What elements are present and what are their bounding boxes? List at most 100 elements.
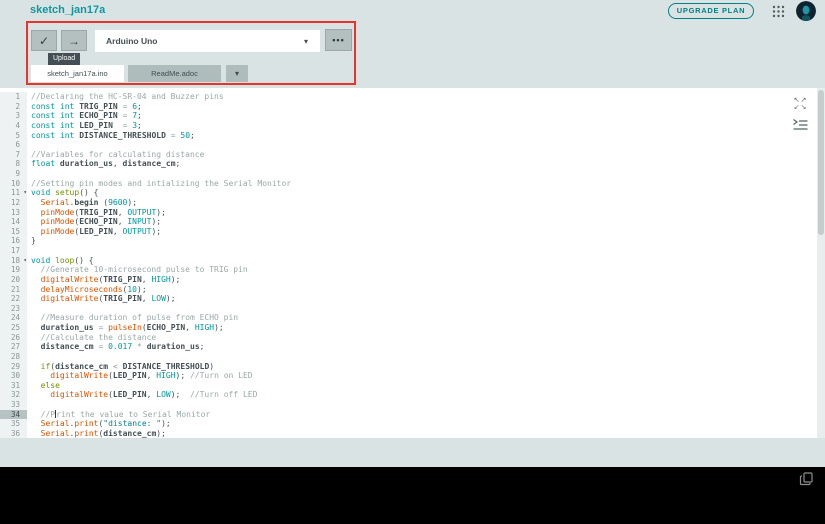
line-number[interactable]: 27 [0, 342, 27, 352]
line-number[interactable]: 18 ▾ [0, 255, 27, 266]
upload-button[interactable]: → [61, 30, 87, 51]
code-line[interactable]: 19 //Generate 10-microsecond pulse to TR… [0, 265, 817, 275]
line-number[interactable]: 34 [0, 409, 27, 420]
line-number[interactable]: 17 [0, 246, 27, 256]
line-number[interactable]: 6 [0, 140, 27, 150]
code-line[interactable]: 13 pinMode(TRIG_PIN, OUTPUT); [0, 207, 817, 218]
line-number[interactable]: 2 [0, 101, 27, 112]
code-line-content: delayMicroseconds(10); [40, 284, 147, 294]
code-line-content: //Variables for calculating distance [31, 149, 205, 159]
code-line[interactable]: 31 else [0, 380, 817, 391]
fullscreen-icon[interactable]: ↖↗ ↙↘ [792, 97, 809, 112]
code-line[interactable]: 8 float duration_us, distance_cm; [0, 159, 817, 169]
code-line[interactable]: 30 digitalWrite(LED_PIN, HIGH); //Turn o… [0, 371, 817, 381]
code-editor[interactable]: 1 //Declaring the HC-SR-04 and Buzzer pin… [0, 88, 817, 438]
code-line[interactable]: 24 //Measure duration of pulse from ECHO… [0, 313, 817, 323]
line-number[interactable]: 13 [0, 207, 27, 218]
line-number[interactable]: 10 [0, 178, 27, 189]
line-number[interactable]: 7 [0, 149, 27, 160]
line-number[interactable]: 32 [0, 390, 27, 400]
arrow-right-icon: → [68, 33, 80, 48]
code-line[interactable]: 28 [0, 351, 817, 362]
line-number[interactable]: 14 [0, 217, 27, 227]
code-line[interactable]: 6 [0, 140, 817, 150]
code-line[interactable]: 35 Serial.print("distance: "); [0, 419, 817, 429]
tab-readme-adoc[interactable]: ReadMe.adoc [128, 65, 221, 82]
line-number[interactable]: 9 [0, 169, 27, 179]
scrollbar-thumb[interactable] [818, 90, 824, 235]
user-avatar[interactable] [796, 1, 816, 21]
line-number[interactable]: 31 [0, 380, 27, 391]
code-line-content: Serial.print(distance_cm); [40, 428, 166, 438]
code-line[interactable]: 11 ▾ void setup() { [0, 188, 817, 198]
line-number[interactable]: 35 [0, 419, 27, 429]
code-line[interactable]: 20 digitalWrite(TRIG_PIN, HIGH); [0, 274, 817, 285]
code-line[interactable]: 4 const int LED_PIN = 3; [0, 120, 817, 131]
code-line[interactable]: 26 //Calculate the distance [0, 332, 817, 343]
line-number[interactable]: 8 [0, 159, 27, 169]
line-number[interactable]: 16 [0, 236, 27, 246]
code-line[interactable]: 3 const int ECHO_PIN = 7; [0, 111, 817, 121]
code-line-content: digitalWrite(LED_PIN, LOW); //Turn off L… [50, 390, 258, 400]
code-line-content: void setup() { [31, 188, 99, 198]
code-line[interactable]: 10 //Setting pin modes and intializing th… [0, 178, 817, 189]
code-line[interactable]: 22 digitalWrite(TRIG_PIN, LOW); [0, 294, 817, 304]
code-line[interactable]: 15 pinMode(LED_PIN, OUTPUT); [0, 226, 817, 237]
editor-scrollbar[interactable] [817, 88, 825, 438]
line-number[interactable]: 5 [0, 130, 27, 141]
code-line[interactable]: 9 [0, 169, 817, 179]
board-selector[interactable]: Arduino Uno ▾ [95, 30, 320, 52]
line-number[interactable]: 20 [0, 274, 27, 285]
code-line-content: duration_us = pulseIn(ECHO_PIN, HIGH); [40, 323, 224, 332]
code-line[interactable]: 16} [0, 236, 817, 246]
fold-marker-icon[interactable]: ▾ [23, 256, 27, 266]
line-number[interactable]: 19 [0, 265, 27, 275]
upload-tooltip: Upload [48, 53, 81, 65]
code-line[interactable]: 5 const int DISTANCE_THRESHOLD = 50; [0, 130, 817, 141]
line-number[interactable]: 12 [0, 197, 27, 208]
code-line[interactable]: 14 pinMode(ECHO_PIN, INPUT); [0, 217, 817, 227]
code-line[interactable]: 21 delayMicroseconds(10); [0, 284, 817, 295]
code-line[interactable]: 18 ▾ void loop() { [0, 255, 817, 266]
code-line-content: void loop() { [31, 255, 94, 265]
line-number[interactable]: 33 [0, 400, 27, 410]
line-number[interactable]: 30 [0, 371, 27, 381]
code-line[interactable]: 7 //Variables for calculating distance [0, 149, 817, 160]
tab-sketch-ino[interactable]: sketch_jan17a.ino [31, 65, 124, 82]
code-line[interactable]: 25 duration_us = pulseIn(ECHO_PIN, HIGH)… [0, 323, 817, 333]
line-number[interactable]: 29 [0, 361, 27, 372]
line-number[interactable]: 25 [0, 323, 27, 333]
code-line[interactable]: 29 if(distance_cm < DISTANCE_THRESHOLD) [0, 361, 817, 372]
line-number[interactable]: 26 [0, 332, 27, 343]
apps-grid-icon[interactable] [772, 5, 785, 18]
code-line[interactable]: 1 //Declaring the HC-SR-04 and Buzzer pin… [0, 92, 817, 102]
code-line[interactable]: 12 Serial.begin (9600); [0, 197, 817, 208]
line-number[interactable]: 3 [0, 111, 27, 121]
chevron-down-icon: ▾ [303, 37, 308, 46]
code-line[interactable]: 23 [0, 303, 817, 314]
line-number[interactable]: 15 [0, 226, 27, 237]
more-options-button[interactable]: ••• [325, 29, 352, 51]
code-line[interactable]: 33 [0, 400, 817, 410]
upgrade-plan-button[interactable]: UPGRADE PLAN [668, 3, 754, 19]
code-line[interactable]: 2 const int TRIG_PIN = 6; [0, 101, 817, 112]
line-number[interactable]: 22 [0, 294, 27, 304]
code-line[interactable]: 27 distance_cm = 0.017 * duration_us; [0, 342, 817, 352]
line-number[interactable]: 1 [0, 92, 27, 102]
code-line[interactable]: 34 //Print the value to Serial Monitor [0, 409, 817, 420]
line-number[interactable]: 36 [0, 428, 27, 438]
line-number[interactable]: 4 [0, 120, 27, 131]
outline-icon[interactable] [792, 118, 809, 131]
code-line[interactable]: 36 Serial.print(distance_cm); [0, 428, 817, 438]
copy-icon[interactable] [799, 471, 815, 487]
verify-button[interactable]: ✓ [31, 30, 57, 51]
line-number[interactable]: 28 [0, 351, 27, 362]
fold-marker-icon[interactable]: ▾ [23, 188, 27, 198]
code-line[interactable]: 32 digitalWrite(LED_PIN, LOW); //Turn of… [0, 390, 817, 400]
line-number[interactable]: 23 [0, 303, 27, 314]
line-number[interactable]: 11 ▾ [0, 188, 27, 198]
tabs-dropdown-button[interactable]: ▾ [226, 65, 248, 82]
code-line[interactable]: 17 [0, 246, 817, 256]
line-number[interactable]: 21 [0, 284, 27, 295]
line-number[interactable]: 24 [0, 313, 27, 323]
